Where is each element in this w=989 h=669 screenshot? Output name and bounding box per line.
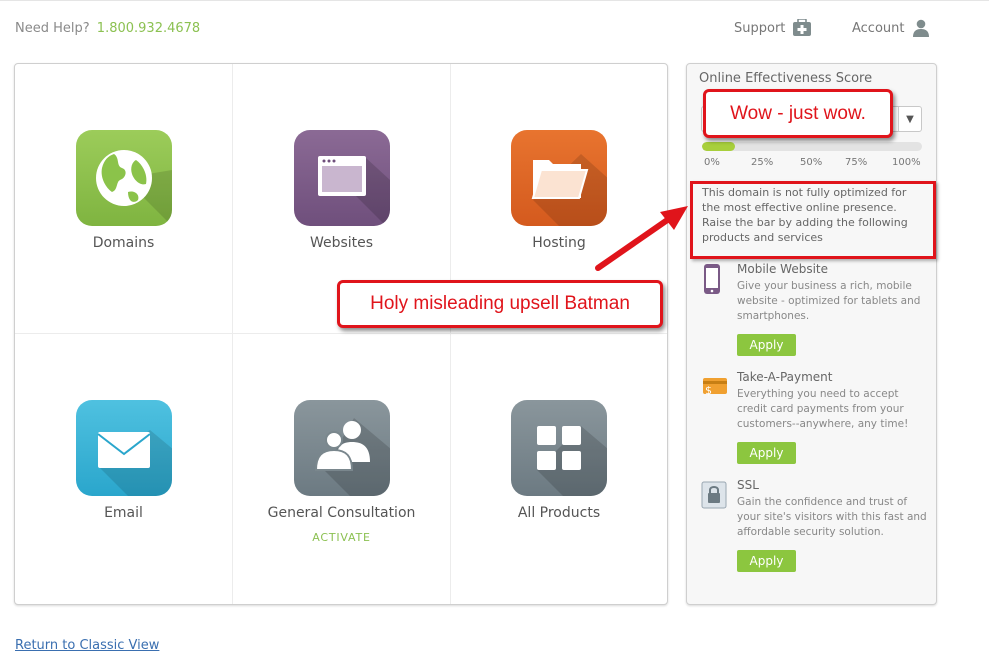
credit-card-icon: $ (703, 378, 727, 397)
account-label: Account (852, 20, 905, 36)
help-label: Need Help? (15, 21, 90, 36)
support-link[interactable]: Support (734, 19, 812, 37)
browser-window-icon (293, 130, 390, 226)
annotation-wow: Wow - just wow. (703, 89, 893, 138)
support-label: Support (734, 20, 786, 36)
apply-ssl-button[interactable]: Apply (737, 550, 796, 572)
tile-label-domains: Domains (92, 235, 155, 251)
product-desc: Gain the confidence and trust of your si… (737, 496, 927, 538)
svg-text:$: $ (705, 384, 712, 397)
tile-domains[interactable]: Domains (15, 64, 233, 334)
effectiveness-panel: Online Effectiveness Score ▼ 0% 25% 50% … (686, 63, 937, 605)
product-grid: Domains Websites Hosting Email General C… (14, 63, 668, 605)
ssl-lock-icon (701, 481, 727, 509)
mobile-phone-icon (704, 264, 720, 294)
envelope-icon (75, 400, 172, 496)
annotation-highlight-box (690, 181, 936, 259)
phone-number[interactable]: 1.800.932.4678 (97, 21, 200, 36)
panel-title: Online Effectiveness Score (699, 71, 873, 86)
tick-label: 0% (704, 157, 720, 168)
tile-all-products[interactable]: All Products (451, 334, 667, 604)
tick-label: 75% (845, 157, 868, 168)
apply-mobile-website-button[interactable]: Apply (737, 334, 796, 356)
tile-label-general-consultation: General Consultation (267, 505, 416, 521)
user-icon (912, 19, 929, 37)
people-icon (293, 400, 390, 496)
tile-general-consultation[interactable]: General Consultation ACTIVATE (233, 334, 451, 604)
activate-link[interactable]: ACTIVATE (233, 531, 450, 544)
score-ticks: 0% 25% 50% 75% 100% (700, 157, 926, 171)
globe-icon (75, 130, 172, 226)
chevron-down-icon[interactable]: ▼ (898, 107, 921, 131)
first-aid-kit-icon (793, 19, 812, 36)
product-name: Mobile Website (737, 262, 829, 276)
top-divider (0, 0, 989, 1)
tile-email[interactable]: Email (15, 334, 233, 604)
grid-icon (511, 400, 607, 496)
tile-label-email: Email (104, 505, 143, 521)
annotation-holy: Holy misleading upsell Batman (337, 280, 663, 328)
product-name: Take-A-Payment (737, 370, 833, 384)
product-name: SSL (737, 478, 759, 492)
product-desc: Everything you need to accept credit car… (737, 388, 909, 430)
annotation-arrow-icon (595, 206, 688, 271)
tick-label: 25% (751, 157, 774, 168)
account-link[interactable]: Account (852, 19, 930, 37)
product-desc: Give your business a rich, mobile websit… (737, 280, 921, 322)
score-progress-fill (702, 142, 735, 151)
tile-label-websites: Websites (309, 235, 374, 251)
tick-label: 50% (800, 157, 823, 168)
tick-label: 100% (892, 157, 921, 168)
help-line: Need Help? 1.800.932.4678 (15, 21, 200, 36)
tile-label-all-products: All Products (517, 505, 601, 521)
return-to-classic-view-link[interactable]: Return to Classic View (15, 638, 159, 653)
apply-take-a-payment-button[interactable]: Apply (737, 442, 796, 464)
score-progress-bar (702, 142, 922, 151)
